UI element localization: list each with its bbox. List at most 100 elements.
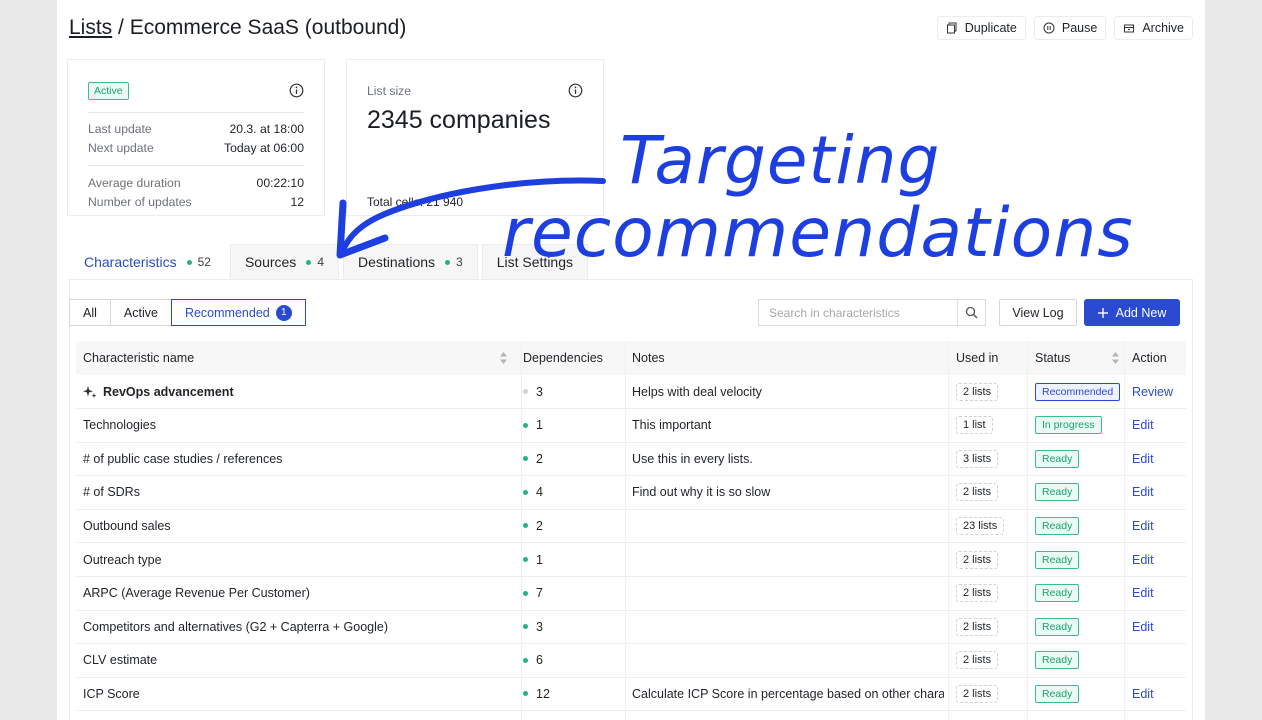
table-row[interactable]: Technologies 1 This important 1 list In prog…	[76, 409, 1186, 443]
used-in-pill[interactable]: 2 lists	[956, 684, 999, 703]
table-row[interactable]: CLV estimate 6 2 lists Ready	[76, 644, 1186, 678]
page: Lists / Ecommerce SaaS (outbound) Duplic…	[57, 0, 1205, 720]
duplicate-label: Duplicate	[964, 21, 1017, 35]
table-row[interactable]: ARPC (Average Revenue Per Customer) 7 2 li…	[76, 577, 1186, 611]
edit-link[interactable]: Edit	[1132, 586, 1154, 600]
filter-recommended[interactable]: Recommended 1	[170, 299, 306, 326]
used-in-pill[interactable]: 2 lists	[956, 550, 999, 569]
plus-icon	[1097, 307, 1108, 318]
cell-used-in: 1 list	[956, 409, 1026, 442]
tab-destinations[interactable]: Destinations 3	[343, 244, 478, 279]
last-update-label: Last update	[88, 122, 152, 136]
cell-dependencies: 1	[523, 543, 623, 576]
status-badge: Recommended	[1035, 382, 1121, 401]
tab-list-settings[interactable]: List Settings	[481, 244, 588, 279]
tab-count: 3	[456, 255, 463, 269]
table-row[interactable]: Competitors and alternatives (G2 + Capte…	[76, 610, 1186, 645]
sort-icon[interactable]	[1112, 352, 1119, 364]
filter-active[interactable]: Active	[109, 299, 172, 326]
dependency-count: 7	[536, 586, 543, 601]
table-row[interactable]: Outbound sales 2 23 lists Ready Edit	[76, 509, 1186, 544]
page-title: Lists / Ecommerce SaaS (outbound)	[69, 16, 406, 40]
pause-label: Pause	[1061, 21, 1098, 35]
column-header-name[interactable]: Characteristic name	[83, 341, 515, 375]
info-icon[interactable]	[568, 83, 583, 98]
next-update-label: Next update	[88, 141, 154, 155]
cell-action: Edit	[1132, 677, 1182, 710]
search-input[interactable]	[759, 300, 957, 325]
characteristic-name: RevOps advancement	[103, 384, 234, 399]
cell-action	[1132, 644, 1182, 677]
edit-link[interactable]: Edit	[1132, 687, 1154, 701]
edit-link[interactable]: Edit	[1132, 519, 1154, 533]
note-text: This important	[632, 418, 712, 433]
duplicate-button[interactable]: Duplicate	[936, 16, 1026, 40]
used-in-pill[interactable]: 1 list	[956, 416, 993, 435]
edit-link[interactable]: Edit	[1132, 620, 1154, 634]
tab-characteristics[interactable]: Characteristics 52	[69, 244, 226, 279]
breadcrumb-lists-link[interactable]: Lists	[69, 16, 112, 39]
view-log-button[interactable]: View Log	[999, 299, 1077, 326]
status-dot	[306, 259, 312, 265]
avg-duration-value: 00:22:10	[256, 176, 304, 190]
cell-dependencies: 2	[523, 509, 623, 542]
edit-link[interactable]: Edit	[1132, 452, 1154, 466]
cell-notes	[632, 543, 944, 576]
status-badge: Active	[88, 82, 129, 100]
used-in-pill[interactable]: 2 lists	[956, 617, 999, 636]
cell-dependencies: 1	[523, 409, 623, 442]
tab-label: Destinations	[358, 254, 436, 270]
dependency-count: 1	[536, 418, 543, 433]
status-badge: Ready	[1035, 617, 1080, 636]
used-in-pill[interactable]: 2 lists	[956, 483, 999, 502]
cell-name: Competitors and alternatives (G2 + Capte…	[83, 610, 503, 643]
edit-link[interactable]: Edit	[1132, 553, 1154, 567]
tab-count: 52	[197, 255, 211, 269]
num-updates-row: Number of updates 12	[88, 195, 304, 209]
note-text: Calculate ICP Score in percentage based …	[632, 686, 944, 701]
column-header-status[interactable]: Status	[1035, 341, 1127, 375]
review-link[interactable]: Review	[1132, 385, 1173, 399]
table-row[interactable]: Outreach type 1 2 lists Ready Edit	[76, 543, 1186, 577]
cell-status: Ready	[1035, 677, 1127, 710]
characteristic-name: Outreach type	[83, 552, 162, 567]
recommended-count-badge: 1	[275, 304, 292, 321]
edit-link[interactable]: Edit	[1132, 418, 1154, 432]
cell-notes	[632, 644, 944, 677]
table-row[interactable]: # of SDRs 4 Find out why it is so slow 2 li…	[76, 476, 1186, 510]
cell-action: Edit	[1132, 610, 1182, 643]
status-card: Active Last update 20.3. at 18:00 Next up…	[67, 59, 325, 216]
table-row[interactable]: # of public case studies / references 2 Us…	[76, 442, 1186, 477]
list-size-label: List size	[367, 84, 412, 98]
dependency-count: 3	[536, 619, 543, 634]
filter-all[interactable]: All	[69, 299, 111, 326]
used-in-pill[interactable]: 2 lists	[956, 651, 999, 670]
column-header-dependencies: Dependencies	[523, 341, 623, 375]
search-button[interactable]	[957, 300, 985, 325]
dependency-count: 3	[536, 384, 543, 399]
tab-label: Sources	[244, 254, 297, 270]
table-row[interactable]: ICP Score 12 Calculate ICP Score in percen…	[76, 677, 1186, 712]
used-in-pill[interactable]: 2 lists	[956, 382, 999, 401]
info-icon[interactable]	[289, 83, 304, 98]
cell-notes: Use this in every lists.	[632, 442, 944, 475]
add-new-button[interactable]: Add New	[1084, 299, 1180, 326]
cell-name: Outreach type	[83, 543, 503, 576]
used-in-pill[interactable]: 3 lists	[956, 449, 999, 468]
table-row[interactable]: RevOps advancement 3 Helps with deal veloc…	[76, 375, 1186, 409]
characteristic-name: ARPC (Average Revenue Per Customer)	[83, 586, 310, 601]
status-badge: Ready	[1035, 584, 1080, 603]
used-in-pill[interactable]: 23 lists	[956, 516, 1005, 535]
cell-status: Ready	[1035, 476, 1127, 509]
edit-link[interactable]: Edit	[1132, 485, 1154, 499]
tab-sources[interactable]: Sources 4	[229, 244, 339, 279]
used-in-pill[interactable]: 2 lists	[956, 584, 999, 603]
archive-button[interactable]: Archive	[1114, 16, 1193, 40]
cell-action: Review	[1132, 375, 1182, 408]
sort-icon[interactable]	[500, 352, 507, 364]
pause-button[interactable]: Pause	[1033, 16, 1107, 40]
cell-name: RevOps advancement	[83, 375, 503, 408]
status-badge: Ready	[1035, 651, 1080, 670]
dependency-count: 4	[536, 485, 543, 500]
tab-label: Characteristics	[84, 254, 177, 270]
